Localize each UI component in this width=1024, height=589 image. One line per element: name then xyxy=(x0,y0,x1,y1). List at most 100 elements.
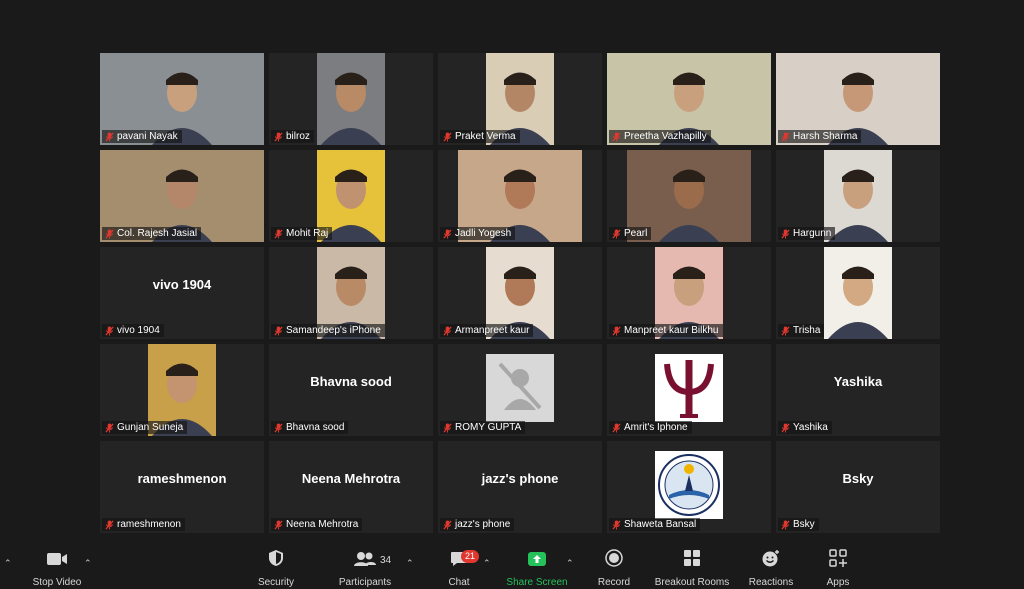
stop-video-button[interactable]: Stop Video xyxy=(24,541,90,589)
participant-name: Harsh Sharma xyxy=(793,131,858,142)
muted-mic-icon xyxy=(105,326,114,335)
participant-name: Manpreet kaur Bilkhu xyxy=(624,325,719,336)
participant-name-label: Samandeep's iPhone xyxy=(271,324,385,337)
participant-tile[interactable]: Neena Mehrotra Neena Mehrotra xyxy=(269,441,433,533)
apps-button[interactable]: Apps xyxy=(820,541,856,589)
participant-tile[interactable]: Col. Rajesh Jasial xyxy=(100,150,264,242)
participant-name: Shaweta Bansal xyxy=(624,519,697,530)
participant-tile[interactable]: bilroz xyxy=(269,53,433,145)
muted-mic-icon xyxy=(781,423,790,432)
participant-name-label: Col. Rajesh Jasial xyxy=(102,227,202,240)
participant-name: Bhavna sood xyxy=(286,422,345,433)
participant-name-label: Gunjan Suneja xyxy=(102,421,188,434)
muted-mic-icon xyxy=(443,520,452,529)
breakout-rooms-button[interactable]: Breakout Rooms xyxy=(652,541,732,589)
participant-tile[interactable]: Pearl xyxy=(607,150,771,242)
participant-name-label: jazz's phone xyxy=(440,518,515,531)
muted-mic-icon xyxy=(274,326,283,335)
participant-tile[interactable]: ROMY GUPTA xyxy=(438,344,602,436)
participant-name: ROMY GUPTA xyxy=(455,422,522,433)
participant-display-name: Neena Mehrotra xyxy=(301,471,401,486)
participant-tile[interactable]: jazz's phone jazz's phone xyxy=(438,441,602,533)
participant-name-label: Trisha xyxy=(778,324,825,337)
participant-name-label: pavani Nayak xyxy=(102,130,182,143)
participant-tile[interactable]: vivo 1904 vivo 1904 xyxy=(100,247,264,339)
muted-mic-icon xyxy=(612,229,621,238)
participant-name-label: Yashika xyxy=(778,421,832,434)
participant-tile[interactable]: Preetha Vazhapilly xyxy=(607,53,771,145)
participant-name: Samandeep's iPhone xyxy=(286,325,381,336)
security-button[interactable]: Security xyxy=(250,541,302,589)
reactions-label: Reactions xyxy=(748,577,794,588)
participant-video xyxy=(317,53,385,145)
participant-tile[interactable]: Praket Verma xyxy=(438,53,602,145)
participant-tile[interactable]: Amrit's Iphone xyxy=(607,344,771,436)
participant-name-label: Harsh Sharma xyxy=(778,130,862,143)
participant-tile[interactable]: Trisha xyxy=(776,247,940,339)
participant-name: pavani Nayak xyxy=(117,131,178,142)
muted-mic-icon xyxy=(274,229,283,238)
muted-mic-icon xyxy=(781,132,790,141)
video-options-caret[interactable]: ⌃ xyxy=(84,558,92,569)
muted-mic-icon xyxy=(274,520,283,529)
share-screen-button[interactable]: Share Screen xyxy=(504,541,570,589)
participants-options-caret[interactable]: ⌃ xyxy=(406,558,414,569)
participant-display-name: rameshmenon xyxy=(137,471,227,486)
share-options-caret[interactable]: ⌃ xyxy=(566,558,574,569)
muted-mic-icon xyxy=(443,423,452,432)
participant-tile[interactable]: Yashika Yashika xyxy=(776,344,940,436)
participant-name-label: bilroz xyxy=(271,130,314,143)
participant-tile[interactable]: pavani Nayak xyxy=(100,53,264,145)
participant-name-label: Jadli Yogesh xyxy=(440,227,516,240)
participant-tile[interactable]: Gunjan Suneja xyxy=(100,344,264,436)
security-label: Security xyxy=(257,577,295,588)
breakout-rooms-label: Breakout Rooms xyxy=(654,577,730,588)
participant-display-name: vivo 1904 xyxy=(152,277,212,292)
participant-tile[interactable]: Bsky Bsky xyxy=(776,441,940,533)
participant-tile[interactable]: Manpreet kaur Bilkhu xyxy=(607,247,771,339)
participant-name: jazz's phone xyxy=(455,519,511,530)
chat-label: Chat xyxy=(448,577,470,588)
participant-tile[interactable]: Samandeep's iPhone xyxy=(269,247,433,339)
participant-name-label: Armanpreet kaur xyxy=(440,324,534,337)
participant-tile[interactable]: Shaweta Bansal xyxy=(607,441,771,533)
participant-name: rameshmenon xyxy=(117,519,181,530)
participant-display-name: jazz's phone xyxy=(481,471,559,486)
muted-mic-icon xyxy=(443,229,452,238)
participant-name-label: Amrit's Iphone xyxy=(609,421,692,434)
participant-tile[interactable]: Bhavna sood Bhavna sood xyxy=(269,344,433,436)
participant-name-label: Praket Verma xyxy=(440,130,520,143)
muted-mic-icon xyxy=(612,423,621,432)
chat-options-caret[interactable]: ⌃ xyxy=(483,558,491,569)
participant-tile[interactable]: Hargunn xyxy=(776,150,940,242)
participant-tile[interactable]: Armanpreet kaur xyxy=(438,247,602,339)
muted-mic-icon xyxy=(612,520,621,529)
participant-name: Trisha xyxy=(793,325,821,336)
record-button[interactable]: Record xyxy=(590,541,638,589)
participant-name-label: Manpreet kaur Bilkhu xyxy=(609,324,723,337)
participant-display-name: Yashika xyxy=(833,374,883,389)
participant-name: Hargunn xyxy=(793,228,832,239)
participant-name: Gunjan Suneja xyxy=(117,422,184,433)
muted-mic-icon xyxy=(781,326,790,335)
share-screen-label: Share Screen xyxy=(506,577,568,588)
participant-name: vivo 1904 xyxy=(117,325,160,336)
video-grid: pavani Nayak bilroz Praket Verma Preetha Va… xyxy=(100,53,940,533)
chat-button[interactable]: Chat xyxy=(438,541,480,589)
smiley-icon xyxy=(762,550,779,567)
participant-name: Col. Rajesh Jasial xyxy=(117,228,198,239)
participant-tile[interactable]: Harsh Sharma xyxy=(776,53,940,145)
participant-name: Preetha Vazhapilly xyxy=(624,131,707,142)
participants-label: Participants xyxy=(338,577,392,588)
participant-tile[interactable]: Mohit Raj xyxy=(269,150,433,242)
muted-mic-icon xyxy=(612,326,621,335)
muted-mic-icon xyxy=(105,520,114,529)
reactions-button[interactable]: Reactions xyxy=(744,541,798,589)
participant-name-label: Bsky xyxy=(778,518,819,531)
audio-options-caret[interactable]: ⌃ xyxy=(4,558,12,569)
video-camera-icon xyxy=(47,553,67,565)
participants-icon xyxy=(354,552,376,566)
participant-tile[interactable]: Jadli Yogesh xyxy=(438,150,602,242)
participant-tile[interactable]: rameshmenon rameshmenon xyxy=(100,441,264,533)
participant-name: bilroz xyxy=(286,131,310,142)
